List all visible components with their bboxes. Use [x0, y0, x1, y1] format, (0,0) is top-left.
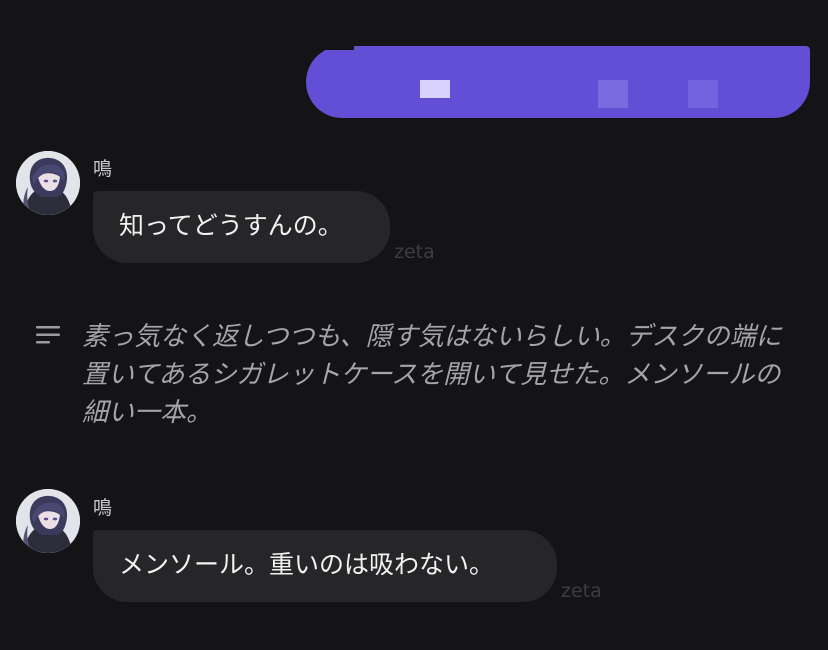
bot-message-text: 知ってどうすんの。 — [119, 211, 343, 240]
bot-message-text: メンソール。重いのは吸わない。 — [119, 550, 495, 579]
sender-name: 鳴 — [93, 497, 113, 519]
redaction-blot — [688, 80, 718, 108]
redaction-mask — [306, 42, 354, 50]
chat-screen: 鳴 知ってどうすんの。 zeta 素っ気なく返しつつも、隠す気はないらしい。デス… — [0, 0, 828, 650]
source-tag: zeta — [561, 580, 602, 602]
character-avatar-icon[interactable] — [16, 489, 80, 553]
bot-message-bubble[interactable]: メンソール。重いのは吸わない。 — [93, 530, 557, 602]
redaction-blot — [420, 80, 450, 98]
source-tag: zeta — [394, 241, 435, 263]
narration-lines-icon — [36, 326, 60, 344]
character-avatar-icon[interactable] — [16, 151, 80, 215]
redaction-blot — [598, 80, 628, 108]
narration-text: 素っ気なく返しつつも、隠す気はないらしい。デスクの端に置いてあるシガレットケース… — [82, 322, 782, 428]
bot-message-bubble[interactable]: 知ってどうすんの。 — [93, 191, 390, 263]
sender-name: 鳴 — [93, 158, 113, 180]
user-message-bubble[interactable] — [306, 42, 810, 118]
